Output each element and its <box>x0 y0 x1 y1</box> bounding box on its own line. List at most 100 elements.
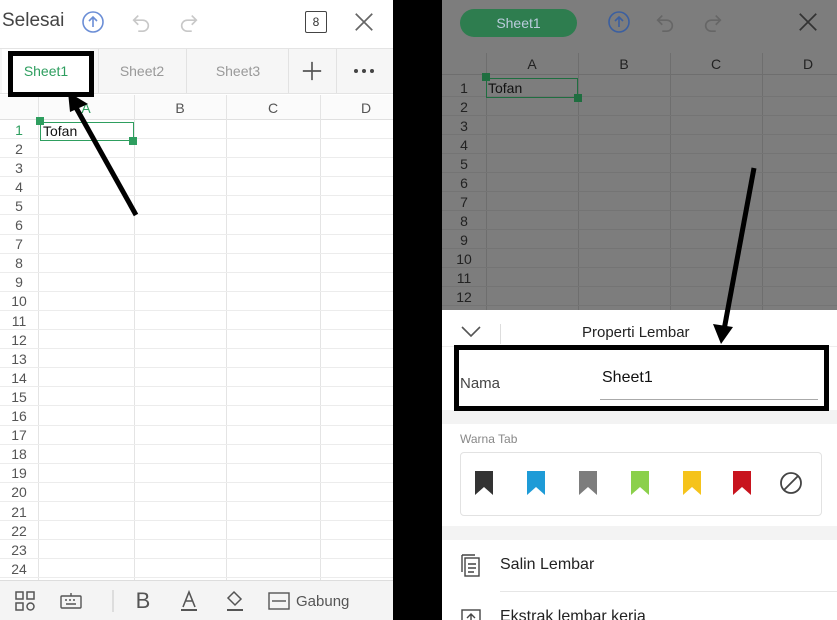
grid-row: 24 <box>0 559 393 579</box>
copy-sheet-menu-item[interactable]: Salin Lembar <box>442 540 837 592</box>
apps-grid-icon[interactable] <box>10 581 40 620</box>
undo-icon[interactable] <box>128 9 154 35</box>
current-sheet-pill[interactable]: Sheet1 <box>460 9 577 37</box>
grid-row: 2 <box>0 139 393 159</box>
redo-icon[interactable] <box>176 9 202 35</box>
fill-color-icon[interactable] <box>220 581 250 620</box>
tab-color-swatch[interactable] <box>475 471 493 495</box>
row-number[interactable]: 7 <box>0 235 38 254</box>
tab-color-swatch[interactable] <box>733 471 751 495</box>
row-number[interactable]: 12 <box>0 330 38 349</box>
chevron-down-icon[interactable] <box>460 324 482 343</box>
grid-row: 18 <box>0 445 393 464</box>
merge-cells-button[interactable]: Gabung <box>268 581 364 620</box>
grid-row: 10 <box>442 249 837 268</box>
row-number[interactable]: 4 <box>442 135 486 154</box>
dimmed-spreadsheet: Sheet1 A B C D 1 2 3 4 5 6 7 8 9 10 11 1… <box>442 0 837 310</box>
row-number[interactable]: 21 <box>0 502 38 521</box>
extract-sheet-icon <box>460 606 482 620</box>
done-button[interactable]: Selesai <box>2 10 64 32</box>
row-number[interactable]: 2 <box>0 139 38 158</box>
more-options-icon[interactable] <box>338 49 390 93</box>
grid-row: 17 <box>0 426 393 445</box>
bottom-toolbar: B Gabung <box>0 580 393 620</box>
row-number[interactable]: 9 <box>0 273 38 292</box>
sheet-count-badge[interactable]: 8 <box>305 11 327 33</box>
grid-row: 4 <box>442 135 837 154</box>
column-header-a[interactable]: A <box>486 53 578 75</box>
row-number[interactable]: 6 <box>0 216 38 235</box>
row-number[interactable]: 17 <box>0 426 38 445</box>
no-color-icon[interactable] <box>779 471 803 495</box>
tab-color-label: Warna Tab <box>460 432 518 446</box>
row-number[interactable]: 15 <box>0 387 38 406</box>
extract-sheet-menu-item[interactable]: Ekstrak lembar kerja <box>442 592 837 620</box>
row-number[interactable]: 11 <box>0 311 38 330</box>
close-icon[interactable] <box>794 8 822 36</box>
row-number[interactable]: 11 <box>442 268 486 287</box>
merge-icon <box>268 592 290 610</box>
tab-color-swatch[interactable] <box>631 471 649 495</box>
selection-handle[interactable] <box>129 137 137 145</box>
left-screen: Selesai 8 Sheet1 Sheet2 Sheet3 A B C D 1… <box>0 0 393 620</box>
upload-icon[interactable] <box>606 9 632 35</box>
row-number[interactable]: 4 <box>0 177 38 196</box>
bold-icon[interactable]: B <box>128 581 158 620</box>
row-number[interactable]: 3 <box>442 116 486 135</box>
tab-color-swatch[interactable] <box>579 471 597 495</box>
close-icon[interactable] <box>350 8 378 36</box>
grid-row: 22 <box>0 521 393 541</box>
row-number[interactable]: 8 <box>442 211 486 230</box>
grid-row: 7 <box>0 235 393 254</box>
row-number[interactable]: 19 <box>0 464 38 483</box>
grid-row: 8 <box>0 254 393 273</box>
row-number[interactable]: 1 <box>442 78 486 97</box>
row-number[interactable]: 10 <box>0 292 38 311</box>
column-header-b[interactable]: B <box>578 53 670 75</box>
redo-icon[interactable] <box>700 9 726 35</box>
top-toolbar-dim: Sheet1 <box>442 0 837 48</box>
tab-color-swatch[interactable] <box>683 471 701 495</box>
grid-row: 4 <box>0 177 393 197</box>
column-header-c[interactable]: C <box>670 53 762 75</box>
row-number[interactable]: 14 <box>0 368 38 387</box>
undo-icon[interactable] <box>652 9 678 35</box>
row-number[interactable]: 5 <box>0 196 38 215</box>
grid-row: 3 <box>442 116 837 135</box>
row-number[interactable]: 2 <box>442 97 486 116</box>
row-number[interactable]: 8 <box>0 254 38 273</box>
row-number[interactable]: 3 <box>0 158 38 177</box>
tab-color-swatch[interactable] <box>527 471 545 495</box>
grid-row: 21 <box>0 502 393 521</box>
upload-icon[interactable] <box>80 9 106 35</box>
column-header-c[interactable]: C <box>226 95 320 120</box>
font-color-icon[interactable] <box>174 581 204 620</box>
row-number[interactable]: 18 <box>0 445 38 464</box>
row-number[interactable]: 10 <box>442 249 486 268</box>
tab-sheet2[interactable]: Sheet2 <box>98 49 186 93</box>
row-number[interactable]: 1 <box>0 120 38 139</box>
row-number[interactable]: 9 <box>442 230 486 249</box>
row-number[interactable]: 24 <box>0 559 38 578</box>
row-number[interactable]: 20 <box>0 483 38 502</box>
row-number[interactable]: 7 <box>442 192 486 211</box>
column-header-d[interactable]: D <box>762 53 837 75</box>
row-number[interactable]: 12 <box>442 287 486 306</box>
keyboard-icon[interactable] <box>56 581 86 620</box>
row-number[interactable]: 23 <box>0 540 38 559</box>
tab-sheet3[interactable]: Sheet3 <box>194 49 282 93</box>
column-header-row: A B C D <box>0 95 393 120</box>
row-number[interactable]: 22 <box>0 521 38 540</box>
column-header-b[interactable]: B <box>134 95 226 120</box>
column-header-d[interactable]: D <box>320 95 393 120</box>
top-toolbar: Selesai 8 <box>0 0 393 46</box>
grid-row: 11 <box>0 311 393 330</box>
row-number[interactable]: 13 <box>0 349 38 368</box>
selection-handle[interactable] <box>574 94 582 102</box>
row-number[interactable]: 6 <box>442 173 486 192</box>
extract-sheet-label: Ekstrak lembar kerja <box>500 608 646 620</box>
column-header-a[interactable]: A <box>38 95 134 120</box>
row-number[interactable]: 16 <box>0 407 38 426</box>
add-sheet-icon[interactable] <box>290 49 334 93</box>
row-number[interactable]: 5 <box>442 154 486 173</box>
